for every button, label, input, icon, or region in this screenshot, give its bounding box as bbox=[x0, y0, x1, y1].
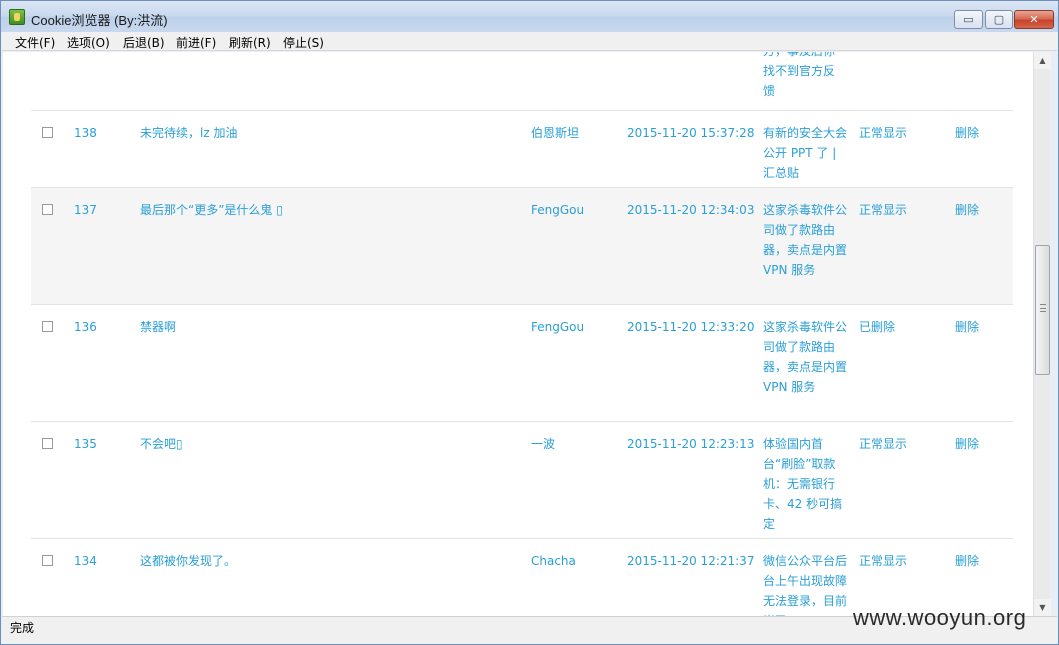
row-checkbox[interactable] bbox=[42, 321, 53, 332]
comment-time: 2015-11-20 15:37:28 bbox=[627, 126, 755, 140]
topic-link[interactable]: 这家杀毒软件公司做了款路由器，卖点是内置 VPN 服务 bbox=[763, 200, 849, 280]
browser-window: Cookie浏览器 (By:洪流) ▭ ▢ ✕ 文件(F) 选项(O) 后退(B… bbox=[0, 0, 1059, 645]
topic-line: 馈 bbox=[763, 84, 776, 98]
menu-forward[interactable]: 前进(F) bbox=[176, 34, 216, 51]
page-content: 方，事及后你 找不到官方反 馈 138 未完待续，lz 加油 伯恩斯坦 2015… bbox=[3, 52, 1033, 616]
grip-icon bbox=[1040, 304, 1046, 312]
app-icon bbox=[9, 9, 25, 25]
scroll-down-button[interactable]: ▼ bbox=[1034, 599, 1051, 616]
close-button[interactable]: ✕ bbox=[1014, 10, 1054, 29]
scroll-thumb[interactable] bbox=[1035, 245, 1050, 375]
menu-stop[interactable]: 停止(S) bbox=[283, 34, 324, 51]
comment-user[interactable]: 一波 bbox=[531, 434, 555, 454]
title-bar[interactable]: Cookie浏览器 (By:洪流) ▭ ▢ ✕ bbox=[1, 1, 1058, 32]
topic-line: 找不到官方反 bbox=[763, 64, 836, 78]
topic-line: 方，事及后你 bbox=[763, 52, 849, 61]
comment-status[interactable]: 正常显示 bbox=[859, 434, 907, 454]
delete-link[interactable]: 删除 bbox=[955, 317, 979, 337]
delete-link[interactable]: 删除 bbox=[955, 434, 979, 454]
topic-link[interactable]: 有新的安全大会公开 PPT 了 | 汇总贴 bbox=[763, 123, 849, 183]
menu-back[interactable]: 后退(B) bbox=[123, 34, 165, 51]
maximize-icon: ▢ bbox=[993, 13, 1005, 26]
table-row: 137 最后那个“更多”是什么鬼 ▯ FengGou 2015-11-20 12… bbox=[31, 188, 1013, 305]
status-text: 完成 bbox=[10, 621, 35, 635]
comment-user[interactable]: FengGou bbox=[531, 200, 584, 220]
comment-id[interactable]: 137 bbox=[74, 200, 97, 220]
menu-refresh[interactable]: 刷新(R) bbox=[229, 34, 271, 51]
menu-bar: 文件(F) 选项(O) 后退(B) 前进(F) 刷新(R) 停止(S) bbox=[2, 32, 1057, 51]
comment-title[interactable]: 未完待续，lz 加油 bbox=[140, 123, 237, 143]
row-checkbox[interactable] bbox=[42, 127, 53, 138]
status-bar: 完成 www.wooyun.org bbox=[2, 605, 1057, 644]
comment-time: 2015-11-20 12:34:03 bbox=[627, 203, 755, 217]
comment-id[interactable]: 138 bbox=[74, 123, 97, 143]
comment-status[interactable]: 正常显示 bbox=[859, 551, 907, 571]
comment-status[interactable]: 正常显示 bbox=[859, 200, 907, 220]
comment-id[interactable]: 135 bbox=[74, 434, 97, 454]
scroll-up-button[interactable]: ▲ bbox=[1034, 52, 1051, 69]
minimize-button[interactable]: ▭ bbox=[954, 10, 983, 29]
comment-title[interactable]: 禁器啊 bbox=[140, 317, 176, 337]
row-checkbox[interactable] bbox=[42, 555, 53, 566]
row-checkbox[interactable] bbox=[42, 204, 53, 215]
comment-time: 2015-11-20 12:21:37 bbox=[627, 554, 755, 568]
delete-link[interactable]: 删除 bbox=[955, 200, 979, 220]
comment-title[interactable]: 最后那个“更多”是什么鬼 ▯ bbox=[140, 200, 283, 220]
topic-link[interactable]: 这家杀毒软件公司做了款路由器，卖点是内置 VPN 服务 bbox=[763, 317, 849, 397]
table-row: 138 未完待续，lz 加油 伯恩斯坦 2015-11-20 15:37:28 … bbox=[31, 111, 1013, 188]
maximize-button[interactable]: ▢ bbox=[985, 10, 1013, 29]
menu-options[interactable]: 选项(O) bbox=[67, 34, 110, 51]
table-row: 135 不会吧▯ 一波 2015-11-20 12:23:13 体验国内首台“刷… bbox=[31, 422, 1013, 539]
comment-status[interactable]: 正常显示 bbox=[859, 123, 907, 143]
table-row-partial: 方，事及后你 找不到官方反 馈 bbox=[31, 52, 1013, 111]
menu-file[interactable]: 文件(F) bbox=[15, 34, 55, 51]
chevron-down-icon: ▼ bbox=[1039, 603, 1046, 612]
topic-link[interactable]: 体验国内首台“刷脸”取款机：无需银行卡、42 秒可搞定 bbox=[763, 434, 849, 534]
comment-time: 2015-11-20 12:33:20 bbox=[627, 320, 755, 334]
topic-link[interactable]: 微信公众平台后台上午出现故障无法登录，目前尚已 bbox=[763, 551, 849, 616]
vertical-scrollbar[interactable]: ▲ ▼ bbox=[1033, 52, 1051, 616]
comment-title[interactable]: 不会吧▯ bbox=[140, 434, 183, 454]
comment-time: 2015-11-20 12:23:13 bbox=[627, 437, 755, 451]
close-icon: ✕ bbox=[1029, 13, 1039, 26]
comment-title[interactable]: 这都被你发现了。 bbox=[140, 551, 236, 571]
comment-user[interactable]: Chacha bbox=[531, 551, 576, 571]
topic-link[interactable]: 方，事及后你 找不到官方反 馈 bbox=[763, 52, 849, 101]
chevron-up-icon: ▲ bbox=[1039, 56, 1046, 65]
watermark: www.wooyun.org bbox=[853, 605, 1027, 630]
comment-status[interactable]: 已删除 bbox=[859, 317, 895, 337]
minimize-icon: ▭ bbox=[963, 13, 974, 26]
window-title: Cookie浏览器 (By:洪流) bbox=[31, 13, 168, 28]
comment-id[interactable]: 134 bbox=[74, 551, 97, 571]
table-row: 136 禁器啊 FengGou 2015-11-20 12:33:20 这家杀毒… bbox=[31, 305, 1013, 422]
comment-id[interactable]: 136 bbox=[74, 317, 97, 337]
row-checkbox[interactable] bbox=[42, 438, 53, 449]
comment-user[interactable]: 伯恩斯坦 bbox=[531, 123, 579, 143]
comment-user[interactable]: FengGou bbox=[531, 317, 584, 337]
delete-link[interactable]: 删除 bbox=[955, 123, 979, 143]
delete-link[interactable]: 删除 bbox=[955, 551, 979, 571]
